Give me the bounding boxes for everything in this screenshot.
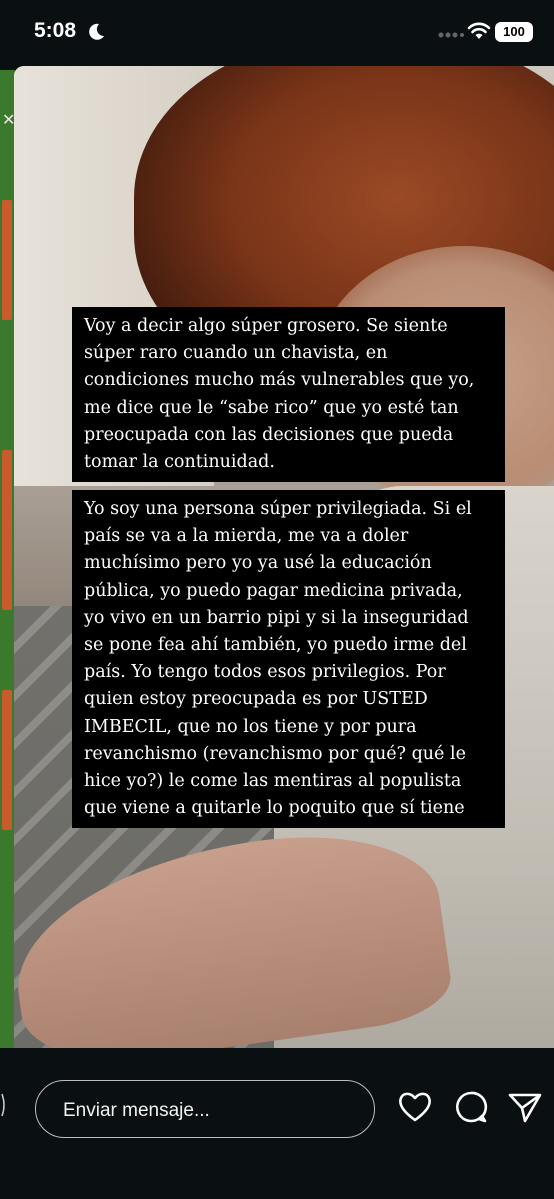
message-input-placeholder: Enviar mensaje... — [63, 1100, 210, 1121]
caption-line: país se va a la mierda, me va a doler — [84, 526, 409, 547]
strip-thumbnail — [2, 450, 12, 610]
strip-thumbnail — [2, 690, 12, 830]
caption-line: Yo soy una persona súper privilegiada. S… — [84, 499, 472, 519]
battery-indicator: 100 — [495, 22, 533, 42]
wifi-icon — [467, 22, 491, 39]
caption-line: país. Yo tengo todos esos privilegios. P… — [84, 662, 446, 683]
caption-line: se pone fea ahí también, yo puedo irme d… — [84, 635, 467, 656]
caption-line: tomar la continuidad. — [84, 452, 275, 473]
caption-line: súper raro cuando un chavista, en — [84, 343, 388, 364]
caption-line: hice yo?) le come las mentiras al populi… — [84, 771, 462, 792]
status-bar: 5:08 100 — [0, 0, 554, 66]
signal-dots-icon — [438, 32, 464, 38]
caption-line: quien estoy preocupada es por USTED — [84, 689, 428, 710]
caption-line: IMBECIL, que no los tiene y por pura — [84, 716, 417, 737]
caption-line: que viene a quitarle lo poquito que sí t… — [84, 798, 465, 819]
message-bubble-icon[interactable] — [454, 1090, 488, 1124]
partial-icon — [1, 1093, 5, 1117]
caption-line: pública, yo puedo pagar medicina privada… — [84, 580, 463, 601]
caption-line: revanchismo (revanchismo por qué? qué le — [84, 743, 466, 764]
strip-thumbnail — [2, 200, 12, 320]
caption-line: condiciones mucho más vulnerables que yo… — [84, 370, 475, 391]
battery-level: 100 — [503, 24, 525, 39]
caption-line: Voy a decir algo súper grosero. Se sient… — [84, 316, 448, 336]
caption-line: me dice que le “sabe rico” que yo esté t… — [84, 397, 459, 418]
heart-icon[interactable] — [397, 1090, 433, 1124]
caption-line: yo vivo en un barrio pipi y si la insegu… — [84, 607, 469, 628]
moon-icon — [89, 23, 104, 40]
send-icon[interactable] — [507, 1090, 543, 1124]
status-time: 5:08 — [34, 19, 77, 42]
caption-line: muchísimo pero yo ya usé la educación — [84, 553, 432, 574]
story-caption-2: Yo soy una persona súper privilegiada. S… — [72, 490, 505, 829]
caption-line: preocupada con las decisiones que pueda — [84, 424, 454, 445]
previous-story-strip[interactable]: ✕ — [0, 70, 15, 1048]
story-caption-1: Voy a decir algo súper grosero. Se sient… — [72, 307, 505, 483]
